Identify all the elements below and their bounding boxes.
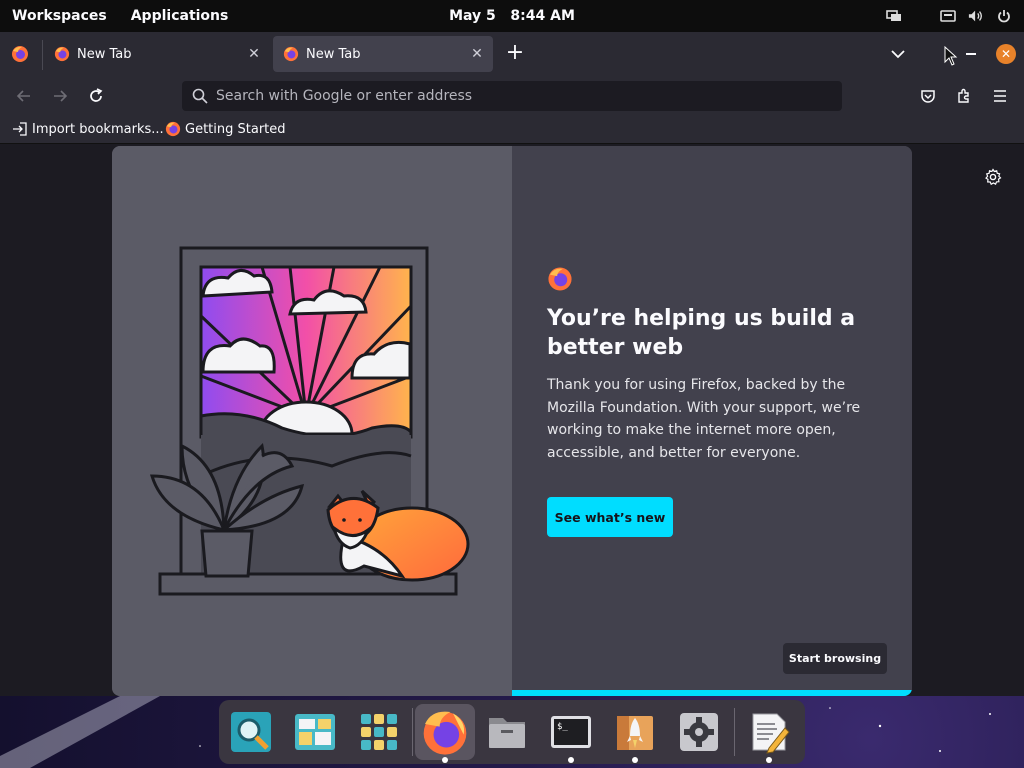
- firefox-icon: [283, 46, 299, 62]
- search-app-icon: [231, 712, 271, 752]
- firefox-logo-icon: [548, 267, 572, 291]
- firefox-icon: [12, 46, 28, 62]
- running-indicator: [632, 757, 638, 763]
- reload-icon: [90, 88, 103, 102]
- tab-new-tab-1[interactable]: New Tab ✕: [44, 36, 270, 72]
- bookmark-label: Import bookmarks...: [32, 121, 164, 137]
- terminal-icon: [551, 716, 591, 748]
- extensions-button[interactable]: [952, 84, 976, 108]
- workspaces-button[interactable]: Workspaces: [12, 8, 107, 24]
- bookmark-import[interactable]: Import bookmarks...: [12, 121, 164, 137]
- list-all-tabs-icon[interactable]: [889, 45, 907, 63]
- onboarding-card: You’re helping us build a better web Tha…: [112, 146, 912, 696]
- new-tab-button[interactable]: +: [505, 41, 525, 65]
- onboarding-body: Thank you for using Firefox, backed by t…: [547, 377, 861, 461]
- onboarding-headline: You’re helping us build a better web: [547, 306, 856, 360]
- bookmarks-toolbar: Import bookmarks... Getting Started: [0, 116, 1024, 144]
- arrow-left-icon: [16, 90, 30, 102]
- workspaces-icon: [295, 714, 335, 750]
- power-icon[interactable]: [996, 8, 1012, 24]
- clock[interactable]: May 5 8:44 AM: [449, 8, 575, 24]
- start-browsing-button[interactable]: Start browsing: [783, 643, 887, 674]
- screen-share-icon[interactable]: [886, 8, 902, 24]
- dock-app-search[interactable]: [223, 704, 279, 760]
- close-tab-icon[interactable]: ✕: [246, 46, 262, 62]
- applications-button[interactable]: Applications: [131, 8, 229, 24]
- files-icon: [489, 718, 525, 748]
- tab-title: New Tab: [306, 46, 361, 62]
- running-indicator: [442, 757, 448, 763]
- illustration-panel: [112, 146, 512, 696]
- dock-app-settings[interactable]: [671, 704, 727, 760]
- dock-separator: [734, 708, 735, 756]
- forward-button[interactable]: [48, 84, 72, 108]
- bookmark-getting-started[interactable]: Getting Started: [165, 121, 286, 137]
- minimize-icon[interactable]: [966, 53, 976, 55]
- navigation-toolbar: [0, 76, 1024, 116]
- close-tab-icon[interactable]: ✕: [469, 46, 485, 62]
- menu-button[interactable]: [988, 84, 1012, 108]
- dock-app-firefox[interactable]: [415, 704, 475, 763]
- settings-icon: [680, 713, 718, 751]
- bookmark-label: Getting Started: [185, 121, 286, 137]
- dock-app-applications[interactable]: [351, 704, 407, 760]
- app-grid-icon: [361, 714, 397, 750]
- import-icon: [13, 122, 27, 136]
- dock-app-terminal[interactable]: $_: [543, 704, 599, 763]
- firefox-icon: [423, 711, 467, 755]
- text-editor-icon: [752, 713, 790, 754]
- message-panel: You’re helping us build a better web Tha…: [512, 146, 912, 696]
- dock-app-shop[interactable]: [607, 704, 663, 763]
- keyboard-icon[interactable]: [940, 8, 956, 24]
- tab-divider: [42, 40, 43, 70]
- firefox-icon: [165, 121, 181, 137]
- clock-date: May 5: [449, 8, 496, 24]
- dock-app-workspaces[interactable]: [287, 704, 343, 760]
- firefox-icon: [54, 46, 70, 62]
- gear-icon[interactable]: [984, 168, 1002, 186]
- dock-app-files[interactable]: [479, 704, 535, 760]
- page-content: You’re helping us build a better web Tha…: [0, 144, 1024, 696]
- see-whats-new-button[interactable]: See what’s new: [547, 497, 673, 537]
- tab-title: New Tab: [77, 46, 132, 62]
- arrow-right-icon: [54, 90, 68, 102]
- tab-new-tab-2[interactable]: New Tab ✕: [273, 36, 493, 72]
- close-window-icon[interactable]: ✕: [996, 44, 1016, 64]
- reload-button[interactable]: [84, 84, 108, 108]
- dock-separator: [412, 708, 413, 756]
- hamburger-menu-icon: [994, 90, 1006, 102]
- shop-icon: [617, 716, 653, 750]
- running-indicator: [766, 757, 772, 763]
- top-panel: Workspaces Applications May 5 8:44 AM: [0, 0, 1024, 32]
- back-button[interactable]: [12, 84, 36, 108]
- puzzle-icon: [958, 88, 969, 103]
- running-indicator: [568, 757, 574, 763]
- search-icon: [192, 88, 208, 104]
- volume-icon[interactable]: [968, 8, 984, 24]
- tab-strip: New Tab ✕ New Tab ✕ + ✕: [0, 32, 1024, 76]
- address-bar[interactable]: [182, 81, 842, 111]
- dock-app-text-editor[interactable]: [741, 704, 797, 763]
- mouse-cursor-icon: [944, 45, 958, 66]
- clock-time: 8:44 AM: [510, 8, 575, 24]
- url-input[interactable]: [216, 88, 816, 104]
- pocket-icon: [921, 90, 935, 103]
- terminal-prompt: $_: [557, 722, 568, 732]
- window-fox-illustration: [149, 246, 470, 596]
- firefox-view-button[interactable]: [11, 45, 29, 63]
- dock: $_: [219, 700, 805, 764]
- pocket-button[interactable]: [916, 84, 940, 108]
